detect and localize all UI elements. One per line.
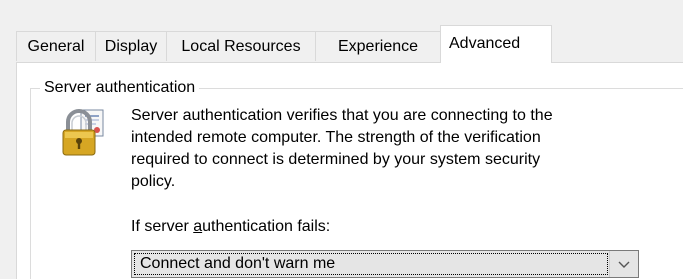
auth-fail-select-value: Connect and don't warn me xyxy=(134,253,608,275)
padlock-certificate-icon xyxy=(60,107,110,157)
chevron-down-icon xyxy=(618,261,630,268)
description-line: policy. xyxy=(131,173,176,190)
tab-local-resources[interactable]: Local Resources xyxy=(166,31,316,61)
description-line: required to connect is determined by you… xyxy=(131,151,541,168)
auth-fail-label-accelerator: a xyxy=(193,218,203,235)
auth-fail-label-post: uthentication fails: xyxy=(202,218,331,235)
auth-fail-label: If server authentication fails: xyxy=(131,216,330,238)
tab-display[interactable]: Display xyxy=(95,31,167,61)
tab-strip: General Display Local Resources Experien… xyxy=(0,0,683,67)
description: Server authentication verifies that you … xyxy=(131,105,611,193)
description-line: Server authentication verifies that you … xyxy=(131,107,553,124)
auth-fail-select[interactable]: Connect and don't warn me xyxy=(131,250,639,278)
description-line: intended remote computer. The strength o… xyxy=(131,129,541,146)
group-title: Server authentication xyxy=(40,77,200,99)
dropdown-button[interactable] xyxy=(609,251,638,277)
auth-fail-label-pre: If server xyxy=(131,218,194,235)
tab-experience[interactable]: Experience xyxy=(315,31,441,61)
tab-advanced[interactable]: Advanced xyxy=(440,25,552,63)
tab-general[interactable]: General xyxy=(16,31,96,61)
